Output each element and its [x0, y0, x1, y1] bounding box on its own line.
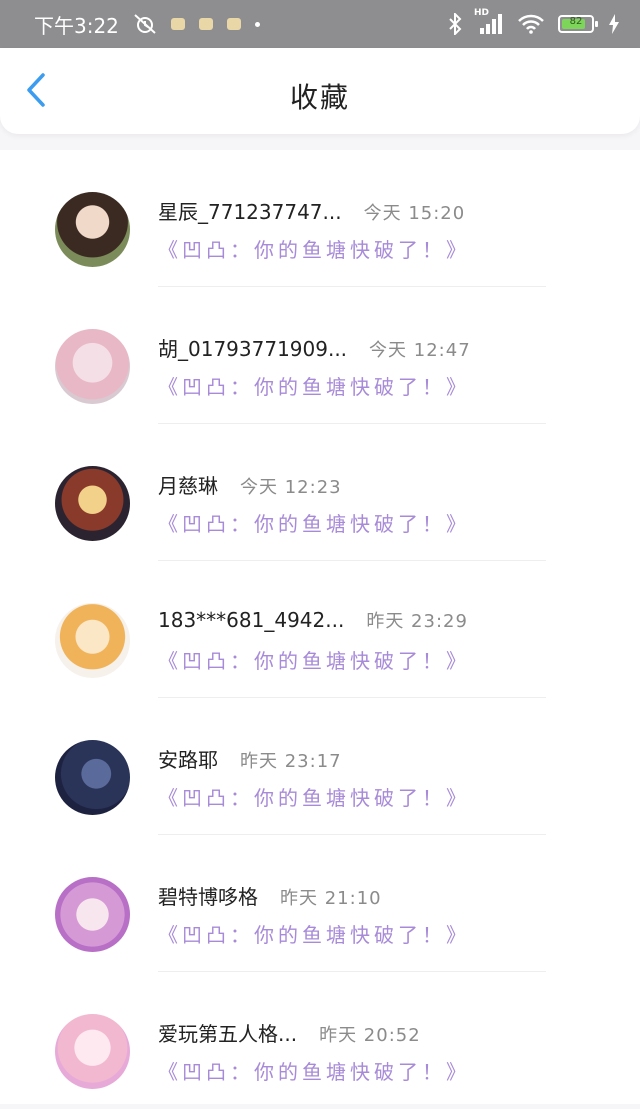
- avatar[interactable]: [55, 466, 130, 541]
- favorites-list: 星辰_771237747... 今天 15:20 《凹凸：你的鱼塘快破了！》 胡…: [0, 150, 640, 1104]
- avatar[interactable]: [55, 329, 130, 404]
- list-item[interactable]: 爱玩第五人格... 昨天 20:52 《凹凸：你的鱼塘快破了！》: [0, 972, 640, 1109]
- avatar[interactable]: [55, 192, 130, 267]
- page-title: 收藏: [289, 81, 350, 114]
- app-header: 收藏: [0, 48, 640, 134]
- user-name: 星辰_771237747...: [158, 200, 342, 224]
- item-preview: 《凹凸：你的鱼塘快破了！》: [158, 1060, 470, 1084]
- network-type-label: HD: [474, 8, 490, 18]
- battery-level: 82: [569, 16, 583, 27]
- item-preview: 《凹凸：你的鱼塘快破了！》: [158, 512, 470, 536]
- item-preview: 《凹凸：你的鱼塘快破了！》: [158, 923, 470, 947]
- user-name: 安路耶: [158, 748, 218, 772]
- item-time: 昨天 23:29: [366, 611, 468, 632]
- user-name: 183***681_4942...: [158, 608, 345, 632]
- item-header: 183***681_4942... 昨天 23:29: [158, 607, 600, 633]
- notification-app-icon: [198, 18, 213, 30]
- item-header: 月慈琳 今天 12:23: [158, 470, 600, 499]
- item-time: 昨天 20:52: [319, 1025, 421, 1046]
- item-header: 安路耶 昨天 23:17: [158, 744, 600, 773]
- wifi-icon: [518, 14, 544, 34]
- item-time: 今天 12:23: [240, 477, 342, 498]
- charging-icon: [608, 14, 620, 34]
- list-item[interactable]: 胡_01793771909... 今天 12:47 《凹凸：你的鱼塘快破了！》: [0, 287, 640, 424]
- item-time: 今天 12:47: [369, 340, 471, 361]
- status-bar-right: HD 82: [448, 8, 620, 35]
- bluetooth-icon: [448, 13, 462, 35]
- item-time: 今天 15:20: [363, 203, 466, 224]
- item-time: 昨天 21:10: [280, 888, 382, 909]
- item-header: 碧特博哆格 昨天 21:10: [158, 881, 600, 910]
- user-name: 月慈琳: [158, 474, 218, 498]
- status-bar-left: 下午3:22: [34, 10, 260, 39]
- alarm-off-icon: [133, 14, 157, 34]
- status-bar: 下午3:22 HD 82: [0, 0, 640, 48]
- avatar[interactable]: [55, 1014, 130, 1089]
- item-header: 爱玩第五人格... 昨天 20:52: [158, 1018, 600, 1047]
- item-preview: 《凹凸：你的鱼塘快破了！》: [158, 238, 470, 262]
- item-header: 星辰_771237747... 今天 15:20: [158, 196, 600, 225]
- item-preview: 《凹凸：你的鱼塘快破了！》: [158, 375, 470, 399]
- notification-app-icon: [226, 18, 241, 30]
- item-preview: 《凹凸：你的鱼塘快破了！》: [158, 786, 470, 810]
- user-name: 爱玩第五人格...: [158, 1022, 298, 1046]
- item-preview: 《凹凸：你的鱼塘快破了！》: [158, 649, 470, 673]
- item-header: 胡_01793771909... 今天 12:47: [158, 333, 600, 362]
- list-item[interactable]: 星辰_771237747... 今天 15:20 《凹凸：你的鱼塘快破了！》: [0, 150, 640, 287]
- user-name: 碧特博哆格: [158, 885, 258, 909]
- list-item[interactable]: 安路耶 昨天 23:17 《凹凸：你的鱼塘快破了！》: [0, 698, 640, 835]
- status-time: 下午3:22: [34, 13, 119, 38]
- avatar[interactable]: [55, 603, 130, 678]
- notification-app-icon: [170, 18, 185, 30]
- user-name: 胡_01793771909...: [158, 337, 348, 361]
- item-time: 昨天 23:17: [240, 751, 342, 772]
- list-item[interactable]: 月慈琳 今天 12:23 《凹凸：你的鱼塘快破了！》: [0, 424, 640, 561]
- battery-icon: 82: [558, 15, 598, 33]
- list-item[interactable]: 碧特博哆格 昨天 21:10 《凹凸：你的鱼塘快破了！》: [0, 835, 640, 972]
- avatar[interactable]: [55, 740, 130, 815]
- list-item[interactable]: 183***681_4942... 昨天 23:29 《凹凸：你的鱼塘快破了！》: [0, 561, 640, 698]
- avatar[interactable]: [55, 877, 130, 952]
- signal-icon: HD: [474, 8, 504, 34]
- more-notifications-dot: [254, 21, 260, 27]
